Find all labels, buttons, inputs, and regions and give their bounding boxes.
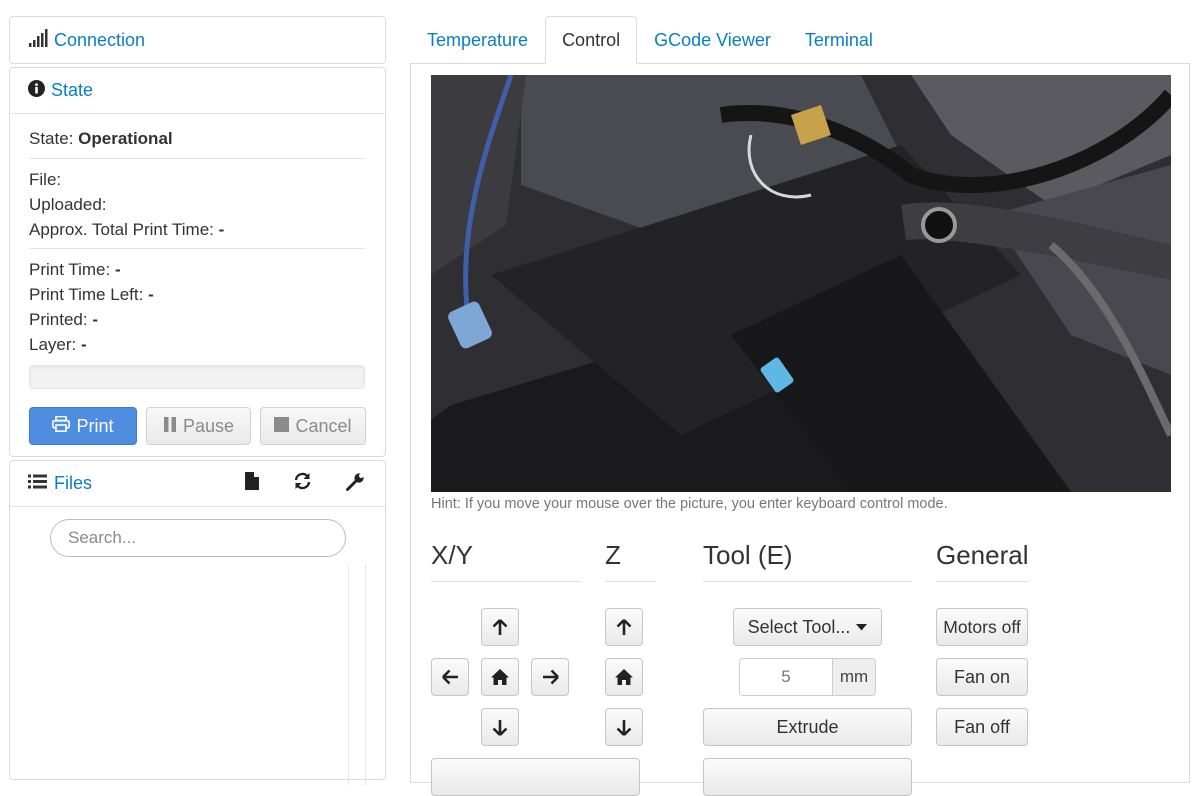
pause-icon: [163, 416, 177, 437]
y-plus-button[interactable]: [481, 608, 519, 646]
tab-temperature[interactable]: Temperature: [410, 16, 545, 64]
extrude-amount-group: mm: [739, 658, 876, 696]
stop-icon: [274, 416, 290, 437]
signal-icon: [28, 28, 48, 52]
z-minus-button[interactable]: [605, 708, 643, 746]
state-header[interactable]: State: [10, 68, 385, 114]
print-button[interactable]: Print: [29, 407, 137, 445]
approx-print-time-value: -: [218, 220, 225, 239]
files-panel: Files: [9, 460, 386, 785]
webcam-stream[interactable]: [431, 75, 1171, 492]
list-icon: [28, 473, 47, 494]
arrow-up-icon: [616, 618, 632, 636]
approx-print-time-label: Approx. Total Print Time:: [29, 220, 214, 239]
print-time-left-label: Print Time Left:: [29, 285, 144, 304]
printed-row: Printed: -: [29, 307, 365, 332]
select-tool-label: Select Tool...: [747, 616, 851, 637]
layer-row: Layer: -: [29, 332, 365, 357]
info-icon: [28, 79, 45, 102]
cancel-button[interactable]: Cancel: [260, 407, 366, 445]
webcam-image: [431, 75, 1171, 492]
uploaded-label: Uploaded:: [29, 195, 107, 214]
y-minus-button[interactable]: [481, 708, 519, 746]
z-section-title: Z: [605, 540, 656, 582]
approx-print-time-row: Approx. Total Print Time: -: [29, 217, 365, 248]
pause-button-label: Pause: [182, 415, 235, 436]
file-icon[interactable]: [245, 472, 259, 495]
divider: [29, 248, 365, 249]
main-tabs: Temperature Control GCode Viewer Termina…: [410, 16, 1190, 64]
motors-off-button[interactable]: Motors off: [936, 608, 1028, 646]
refresh-icon[interactable]: [293, 472, 312, 495]
files-title-wrap[interactable]: Files: [28, 473, 92, 494]
print-controls: Print Pause Cancel: [29, 407, 366, 445]
home-icon: [614, 668, 634, 686]
connection-panel: Connection: [9, 16, 386, 64]
cancel-button-label: Cancel: [295, 415, 352, 436]
state-label: State:: [29, 129, 74, 148]
general-section-title: General: [936, 540, 1029, 582]
state-title[interactable]: State: [51, 80, 93, 101]
printed-label: Printed:: [29, 310, 88, 329]
select-tool-dropdown[interactable]: Select Tool...: [733, 608, 882, 646]
file-row: File:: [29, 167, 365, 192]
uploaded-row: Uploaded:: [29, 192, 365, 217]
connection-header[interactable]: Connection: [10, 17, 385, 63]
jog-distance-group[interactable]: [431, 758, 640, 796]
arrow-up-icon: [492, 618, 508, 636]
tab-terminal[interactable]: Terminal: [788, 16, 890, 64]
print-time-left-row: Print Time Left: -: [29, 282, 365, 307]
printer-icon: [52, 415, 71, 437]
caret-down-icon: [856, 623, 868, 631]
extrude-button[interactable]: Extrude: [703, 708, 912, 746]
connection-title[interactable]: Connection: [54, 30, 145, 51]
files-toolbar: [245, 472, 365, 496]
extrude-amount-input[interactable]: [740, 659, 832, 695]
files-search-input[interactable]: [50, 519, 346, 557]
state-panel: State State: Operational File: Uploaded:…: [9, 67, 386, 457]
print-time-label: Print Time:: [29, 260, 111, 279]
print-progress-bar: [29, 365, 365, 389]
arrow-down-icon: [616, 719, 632, 736]
state-body: State: Operational File: Uploaded: Appro…: [10, 114, 385, 389]
print-time-value: -: [114, 260, 121, 279]
tab-gcode-viewer[interactable]: GCode Viewer: [637, 16, 788, 64]
webcam-hint: Hint: If you move your mouse over the pi…: [431, 496, 948, 512]
print-time-left-value: -: [148, 285, 154, 304]
arrow-down-icon: [492, 719, 508, 736]
xy-section-title: X/Y: [431, 540, 581, 582]
fan-off-button[interactable]: Fan off: [936, 708, 1028, 746]
tab-control[interactable]: Control: [545, 16, 638, 64]
fan-on-button[interactable]: Fan on: [936, 658, 1028, 696]
home-icon: [490, 668, 510, 686]
print-button-label: Print: [76, 415, 114, 436]
layer-label: Layer:: [29, 335, 77, 354]
xy-home-button[interactable]: [481, 658, 519, 696]
x-minus-button[interactable]: [431, 658, 469, 696]
printed-value: -: [92, 310, 98, 329]
file-label: File:: [29, 170, 62, 189]
z-home-button[interactable]: [605, 658, 643, 696]
state-value: Operational: [78, 129, 173, 148]
arrow-left-icon: [441, 669, 459, 685]
arrow-right-icon: [542, 669, 559, 685]
files-scrollbar[interactable]: [348, 565, 366, 785]
wrench-icon[interactable]: [346, 472, 365, 496]
divider: [29, 158, 365, 159]
extrude-amount-unit: mm: [832, 659, 875, 695]
tool-section-title: Tool (E): [703, 540, 912, 582]
print-time-row: Print Time: -: [29, 257, 365, 282]
retract-button[interactable]: [703, 758, 912, 796]
z-plus-button[interactable]: [605, 608, 643, 646]
files-header: Files: [10, 461, 385, 507]
x-plus-button[interactable]: [531, 658, 569, 696]
state-row: State: Operational: [29, 126, 365, 158]
control-tab-content: Hint: If you move your mouse over the pi…: [410, 63, 1190, 796]
pause-button[interactable]: Pause: [146, 407, 251, 445]
files-title[interactable]: Files: [54, 473, 92, 494]
layer-value: -: [80, 335, 87, 354]
